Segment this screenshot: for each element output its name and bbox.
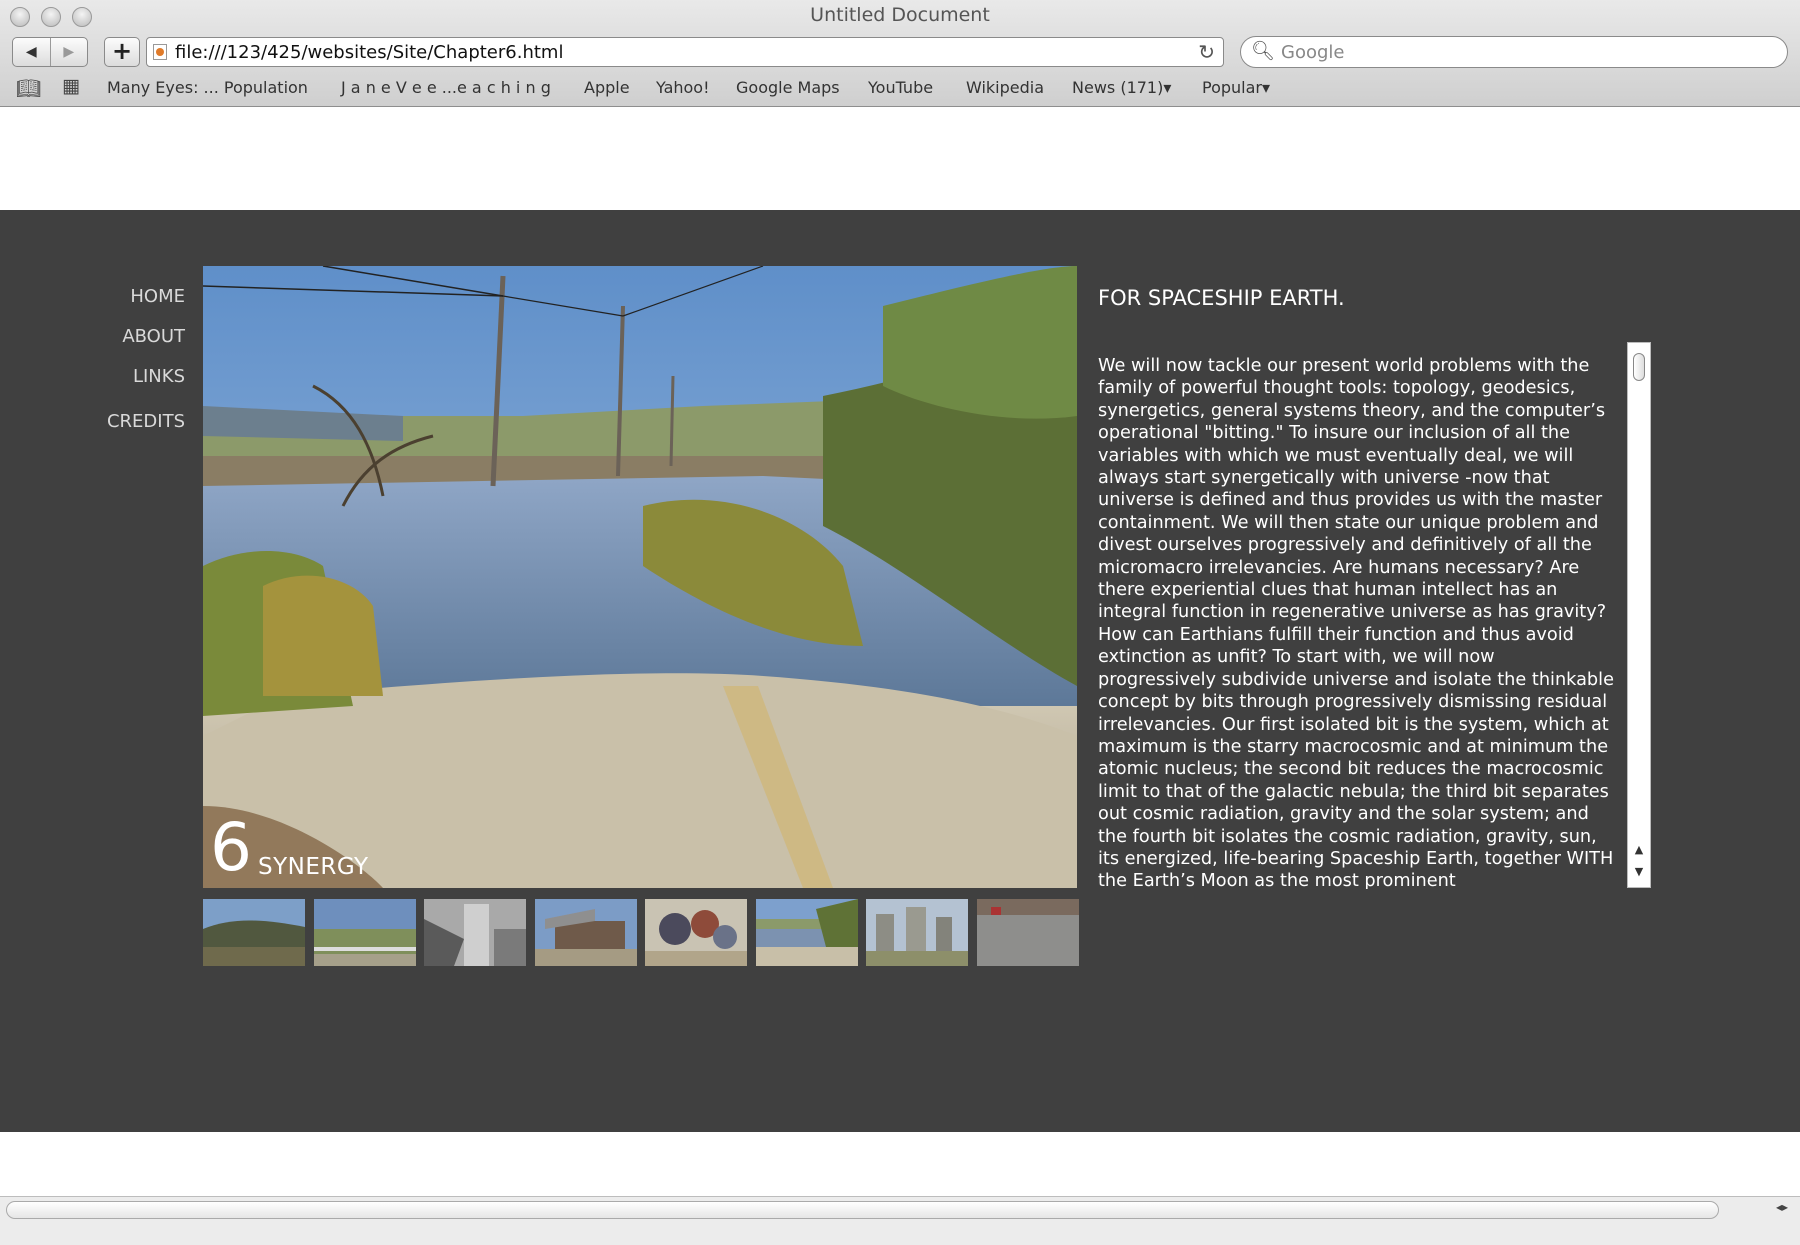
chapter-number: 6 xyxy=(210,809,252,886)
forward-button[interactable]: ▶ xyxy=(49,38,88,66)
thumbnail-5[interactable] xyxy=(645,899,747,966)
bookmark-popular[interactable]: Popular▾ xyxy=(1202,78,1270,97)
nav-credits-link[interactable]: CREDITS xyxy=(107,411,185,432)
url-text[interactable]: file:///123/425/websites/Site/Chapter6.h… xyxy=(175,42,563,63)
article-text-box[interactable]: We will now tackle our present world pro… xyxy=(1098,355,1618,889)
thumbnail-7[interactable] xyxy=(866,899,968,966)
top-sites-grid-icon[interactable]: ▦ xyxy=(62,75,80,97)
thumbnail-2[interactable] xyxy=(314,899,416,966)
bookmark-news[interactable]: News (171)▾ xyxy=(1072,78,1171,97)
scroll-down-arrow-icon[interactable]: ▼ xyxy=(1628,865,1650,878)
bookmark-google-maps[interactable]: Google Maps xyxy=(736,78,840,97)
address-bar[interactable]: file:///123/425/websites/Site/Chapter6.h… xyxy=(146,37,1224,67)
bookmarks-bar: 📖︎ ▦ Many Eyes: ... Population J a n e V… xyxy=(0,75,1800,100)
thumbnail-6[interactable] xyxy=(756,899,858,966)
nav-home-link[interactable]: HOME xyxy=(130,286,185,307)
back-button[interactable]: ◀ xyxy=(13,38,50,66)
thumbnail-4[interactable] xyxy=(535,899,637,966)
chapter-title: SYNERGY xyxy=(258,854,369,880)
add-bookmark-button[interactable]: + xyxy=(104,37,140,67)
nav-links-link[interactable]: LINKS xyxy=(133,366,185,387)
horizontal-scroll-thumb[interactable] xyxy=(6,1201,1719,1219)
article-body: We will now tackle our present world pro… xyxy=(1098,356,1614,889)
scroll-up-arrow-icon[interactable]: ▲ xyxy=(1628,843,1650,856)
text-scroll-thumb[interactable] xyxy=(1633,353,1645,381)
search-placeholder[interactable]: Google xyxy=(1281,42,1344,63)
bookmark-janevee[interactable]: J a n e V e e ...e a c h i n g xyxy=(341,78,551,97)
text-scrollbar[interactable]: ▲ ▼ xyxy=(1627,342,1651,888)
page-favicon-icon xyxy=(153,44,167,60)
reload-icon[interactable]: ↻ xyxy=(1198,40,1215,64)
history-navigation: ◀ ▶ xyxy=(12,37,88,67)
horizontal-scrollbar[interactable]: ◂▸ xyxy=(0,1196,1800,1245)
bookmark-wikipedia[interactable]: Wikipedia xyxy=(966,78,1044,97)
nav-about-link[interactable]: ABOUT xyxy=(122,326,185,347)
bookmark-apple[interactable]: Apple xyxy=(584,78,630,97)
bookmark-youtube[interactable]: YouTube xyxy=(868,78,933,97)
thumbnail-8[interactable] xyxy=(977,899,1079,966)
section-heading: FOR SPACESHIP EARTH. xyxy=(1098,286,1345,310)
search-icon: 🔍︎ xyxy=(1251,40,1276,62)
flooded-road-photo xyxy=(203,266,1077,888)
browser-toolbar: Untitled Document ◀ ▶ + file:///123/425/… xyxy=(0,0,1800,107)
reading-list-book-icon[interactable]: 📖︎ xyxy=(16,76,41,100)
window-title: Untitled Document xyxy=(810,4,990,26)
bookmark-many-eyes[interactable]: Many Eyes: ... Population xyxy=(107,78,308,97)
horizontal-scroll-arrows-icon[interactable]: ◂▸ xyxy=(1776,1200,1788,1214)
bookmark-yahoo[interactable]: Yahoo! xyxy=(656,78,710,97)
search-field[interactable]: 🔍︎ Google xyxy=(1240,36,1788,68)
thumbnail-1[interactable] xyxy=(203,899,305,966)
thumbnail-3[interactable] xyxy=(424,899,526,966)
